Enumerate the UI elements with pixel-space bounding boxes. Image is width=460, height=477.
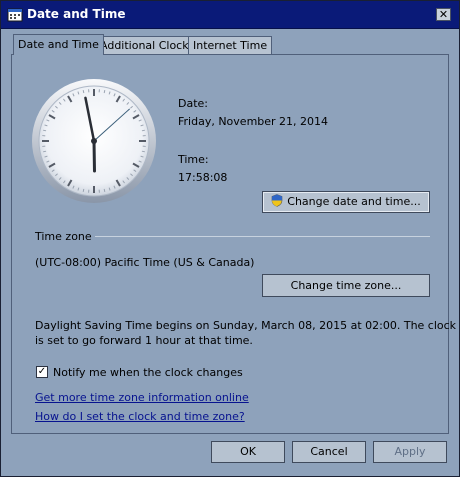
- clock-minute-tick: [103, 90, 106, 94]
- date-label: Date:: [178, 97, 208, 110]
- clock-minute-tick: [82, 188, 85, 192]
- change-time-zone-label: Change time zone...: [290, 279, 402, 292]
- dst-info-line2: is set to go forward 1 hour at that time…: [35, 334, 253, 347]
- window-title: Date and Time: [27, 7, 126, 21]
- analog-clock: [32, 79, 156, 203]
- help-link[interactable]: How do I set the clock and time zone?: [35, 410, 245, 423]
- title-bar[interactable]: Date and Time ✕: [1, 1, 459, 29]
- checkmark-icon: ✓: [37, 366, 47, 377]
- tab-date-and-time[interactable]: Date and Time: [13, 34, 104, 55]
- notify-checkbox[interactable]: ✓: [36, 366, 48, 378]
- close-icon: ✕: [438, 8, 449, 21]
- time-zone-info-link[interactable]: Get more time zone information online: [35, 391, 249, 404]
- notify-label: Notify me when the clock changes: [53, 366, 243, 379]
- tab-internet-time[interactable]: Internet Time: [188, 36, 273, 54]
- time-zone-section-label: Time zone: [35, 230, 92, 243]
- ok-button[interactable]: OK: [211, 441, 285, 463]
- ok-label: OK: [240, 445, 256, 458]
- clock-minute-tick: [141, 150, 145, 153]
- clock-minute-tick: [141, 129, 145, 132]
- time-value: 17:58:08: [178, 171, 228, 184]
- clock-minute-tick: [43, 129, 47, 132]
- change-date-time-button[interactable]: Change date and time...: [262, 191, 430, 213]
- calendar-clock-icon: [7, 8, 23, 22]
- change-time-zone-button[interactable]: Change time zone...: [262, 274, 430, 297]
- dst-info-line1: Daylight Saving Time begins on Sunday, M…: [35, 319, 457, 332]
- apply-label: Apply: [394, 445, 426, 458]
- change-date-time-label: Change date and time...: [287, 195, 421, 208]
- date-time-dialog: Date and Time ✕ Date and Time Additional…: [0, 0, 460, 477]
- clock-minute-tick: [82, 90, 85, 94]
- time-zone-value: (UTC-08:00) Pacific Time (US & Canada): [35, 256, 255, 269]
- cancel-button[interactable]: Cancel: [292, 441, 366, 463]
- clock-minute-tick: [103, 188, 106, 192]
- time-label: Time:: [178, 153, 209, 166]
- shield-icon: [271, 194, 283, 207]
- cancel-label: Cancel: [310, 445, 348, 458]
- clock-minute-tick: [43, 150, 47, 153]
- close-button[interactable]: ✕: [436, 8, 451, 21]
- date-value: Friday, November 21, 2014: [178, 115, 329, 128]
- apply-button[interactable]: Apply: [373, 441, 447, 463]
- separator: [95, 236, 430, 237]
- tab-additional-clocks[interactable]: Additional Clocks: [95, 36, 200, 54]
